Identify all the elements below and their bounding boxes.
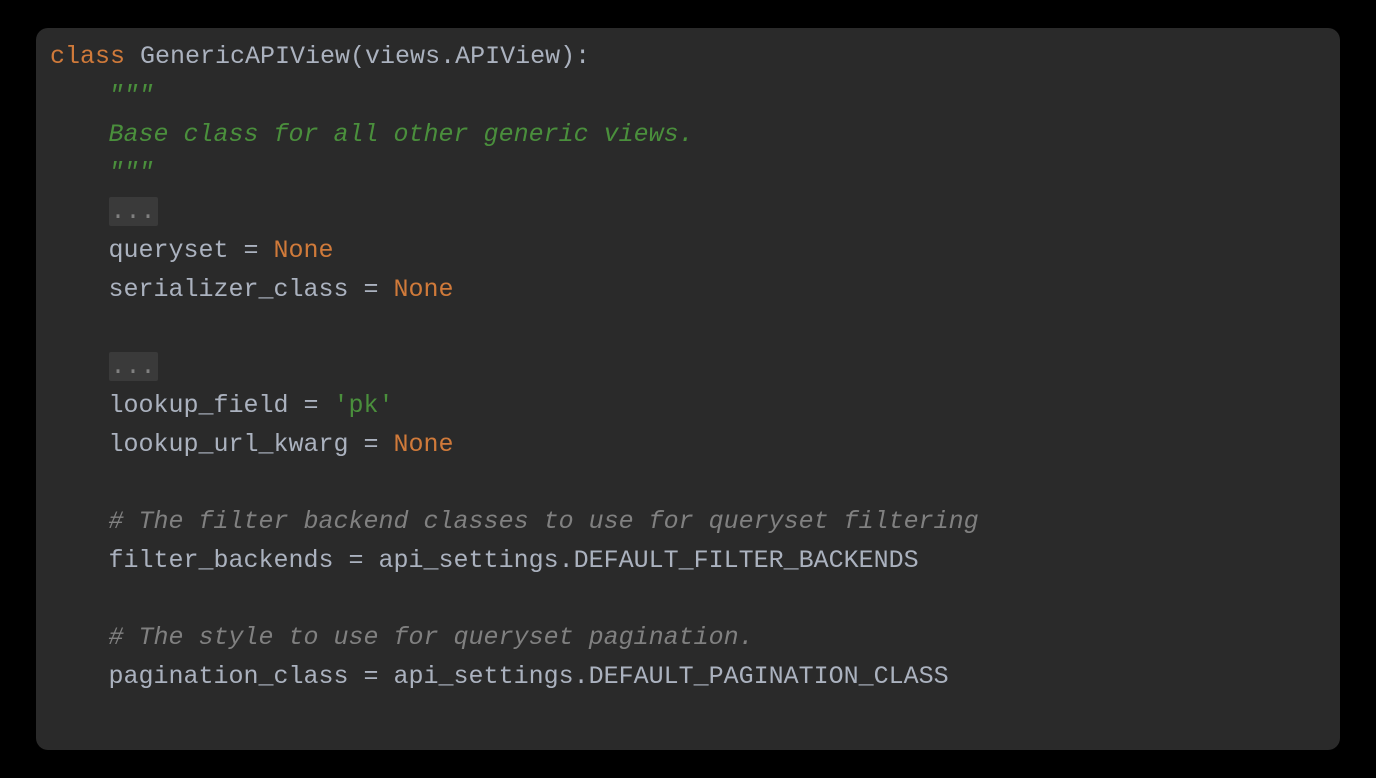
code-filter-backends-assign: filter_backends = api_settings.DEFAULT_F…	[109, 546, 919, 575]
code-string-literal: 'pk'	[334, 391, 394, 420]
code-comment-filter: # The filter backend classes to use for …	[109, 507, 979, 536]
code-lookup-field-assign: lookup_field =	[109, 391, 334, 420]
code-queryset-assign: queryset =	[109, 236, 274, 265]
code-docstring-close: """	[109, 158, 154, 187]
code-none-literal: None	[274, 236, 334, 265]
code-fold-marker-2[interactable]: ...	[109, 352, 158, 381]
code-comment-pagination: # The style to use for queryset paginati…	[109, 623, 754, 652]
code-none-literal: None	[394, 275, 454, 304]
code-docstring-open: """	[109, 81, 154, 110]
code-block: class GenericAPIView(views.APIView): """…	[36, 28, 1340, 750]
code-none-literal: None	[394, 430, 454, 459]
code-fold-marker-1[interactable]: ...	[109, 197, 158, 226]
code-lookup-url-assign: lookup_url_kwarg =	[109, 430, 394, 459]
code-class-decl: GenericAPIView(views.APIView):	[125, 42, 590, 71]
code-pagination-assign: pagination_class = api_settings.DEFAULT_…	[109, 662, 949, 691]
code-keyword-class: class	[50, 42, 125, 71]
code-docstring-body: Base class for all other generic views.	[109, 120, 694, 149]
code-serializer-assign: serializer_class =	[109, 275, 394, 304]
